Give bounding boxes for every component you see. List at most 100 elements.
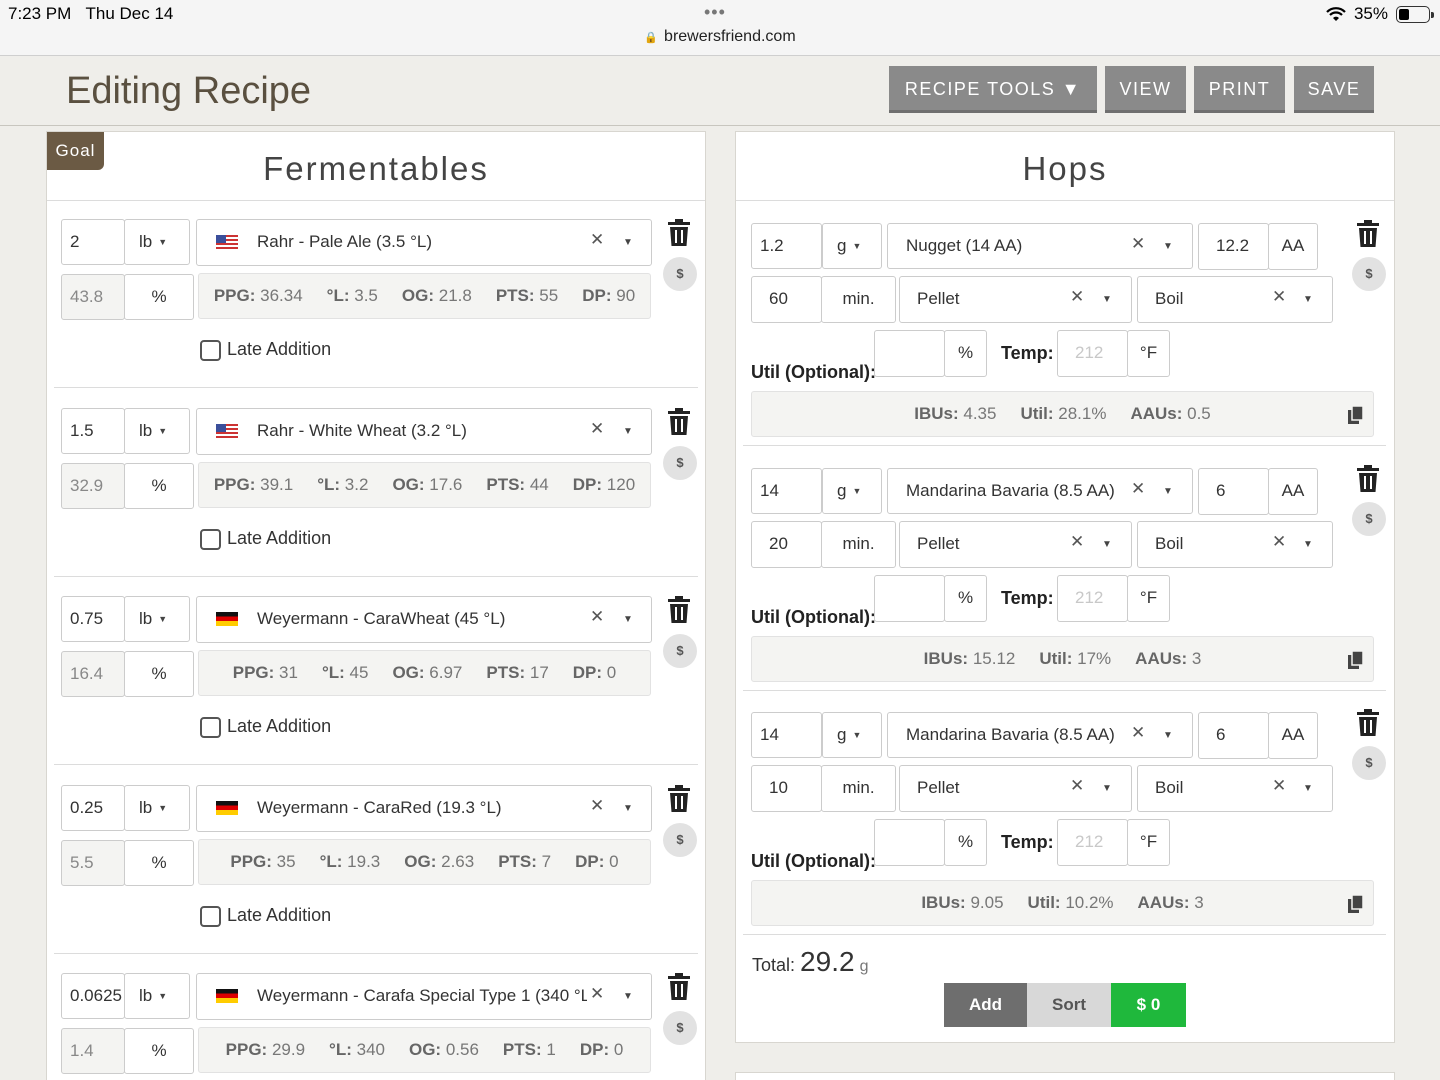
late-addition-checkbox[interactable] xyxy=(200,905,221,927)
clear-icon[interactable]: ✕ xyxy=(590,984,604,1004)
cost-dollar-icon[interactable]: $ xyxy=(663,1011,697,1045)
cost-dollar-icon[interactable]: $ xyxy=(1352,257,1386,291)
recipe-tools-button[interactable]: RECIPE TOOLS ▼ xyxy=(889,66,1097,113)
fermentable-percent-input[interactable]: 43.8 xyxy=(61,274,125,320)
hop-aa-input[interactable]: 6 xyxy=(1198,467,1269,515)
fermentable-amount-input[interactable]: 0.0625 xyxy=(61,973,125,1019)
hop-util-input[interactable] xyxy=(874,330,945,377)
trash-icon[interactable] xyxy=(1356,464,1380,493)
copy-icon[interactable] xyxy=(1348,650,1364,669)
clear-icon[interactable]: ✕ xyxy=(590,419,604,439)
hop-form-select[interactable]: Pellet ✕ ▼ xyxy=(899,520,1132,568)
trash-icon[interactable] xyxy=(667,973,691,1001)
hop-util-input[interactable] xyxy=(874,819,945,866)
trash-icon[interactable] xyxy=(667,219,691,247)
chevron-down-icon[interactable]: ▼ xyxy=(1163,730,1173,741)
fermentable-amount-input[interactable]: 0.25 xyxy=(61,784,125,831)
hop-use-select[interactable]: Boil ✕ ▼ xyxy=(1137,276,1333,323)
clear-icon[interactable]: ✕ xyxy=(1272,287,1286,307)
chevron-down-icon[interactable]: ▼ xyxy=(623,803,633,814)
sort-hops-button[interactable]: Sort xyxy=(1027,983,1111,1027)
fermentable-name-select[interactable]: Weyermann - CaraRed (19.3 °L) ✕ ▼ xyxy=(196,784,652,832)
clear-icon[interactable]: ✕ xyxy=(1070,287,1084,307)
hop-unit-select[interactable]: g ▼ xyxy=(822,467,882,514)
cost-dollar-icon[interactable]: $ xyxy=(663,822,697,857)
hop-temp-input[interactable]: 212 xyxy=(1057,574,1128,622)
hop-variety-select[interactable]: Mandarina Bavaria (8.5 AA) ✕ ▼ xyxy=(887,467,1193,514)
trash-icon[interactable] xyxy=(1356,220,1380,248)
trash-icon[interactable] xyxy=(667,407,691,436)
trash-icon[interactable] xyxy=(1356,709,1380,737)
fermentable-name-select[interactable]: Rahr - White Wheat (3.2 °L) ✕ ▼ xyxy=(196,407,652,455)
clear-icon[interactable]: ✕ xyxy=(590,796,604,816)
clear-icon[interactable]: ✕ xyxy=(590,230,604,250)
print-button[interactable]: PRINT xyxy=(1194,66,1285,113)
fermentable-unit-select[interactable]: lb ▼ xyxy=(124,407,190,454)
fermentable-unit-select[interactable]: lb ▼ xyxy=(124,784,190,831)
fermentable-amount-input[interactable]: 0.75 xyxy=(61,596,125,642)
fermentable-amount-input[interactable]: 2 xyxy=(61,219,125,265)
chevron-down-icon[interactable]: ▼ xyxy=(1163,486,1173,497)
trash-icon[interactable] xyxy=(667,596,691,624)
clear-icon[interactable]: ✕ xyxy=(1070,776,1084,796)
hop-aa-input[interactable]: 6 xyxy=(1198,712,1269,759)
chevron-down-icon[interactable]: ▼ xyxy=(623,614,633,625)
save-button[interactable]: SAVE xyxy=(1294,66,1374,113)
clear-icon[interactable]: ✕ xyxy=(1272,776,1286,796)
fermentable-percent-input[interactable]: 5.5 xyxy=(61,839,125,886)
hop-use-select[interactable]: Boil ✕ ▼ xyxy=(1137,520,1333,568)
clear-icon[interactable]: ✕ xyxy=(1131,723,1145,743)
fermentable-unit-select[interactable]: lb ▼ xyxy=(124,596,190,642)
hop-time-input[interactable]: 60 xyxy=(751,276,822,323)
hop-amount-input[interactable]: 1.2 xyxy=(751,223,822,269)
cost-dollar-icon[interactable]: $ xyxy=(663,634,697,668)
view-button[interactable]: VIEW xyxy=(1105,66,1186,113)
fermentable-unit-select[interactable]: lb ▼ xyxy=(124,973,190,1019)
clear-icon[interactable]: ✕ xyxy=(590,607,604,627)
hop-unit-select[interactable]: g ▼ xyxy=(822,712,882,758)
chevron-down-icon[interactable]: ▼ xyxy=(1303,783,1313,794)
chevron-down-icon[interactable]: ▼ xyxy=(1102,783,1112,794)
fermentable-percent-input[interactable]: 16.4 xyxy=(61,651,125,697)
copy-icon[interactable] xyxy=(1348,406,1364,424)
hop-time-input[interactable]: 20 xyxy=(751,520,822,568)
fermentable-unit-select[interactable]: lb ▼ xyxy=(124,219,190,265)
add-hop-button[interactable]: Add xyxy=(944,983,1027,1027)
fermentable-name-select[interactable]: Weyermann - Carafa Special Type 1 (340 °… xyxy=(196,973,652,1020)
chevron-down-icon[interactable]: ▼ xyxy=(623,426,633,437)
hop-time-input[interactable]: 10 xyxy=(751,765,822,812)
chevron-down-icon[interactable]: ▼ xyxy=(623,237,633,248)
hop-variety-select[interactable]: Mandarina Bavaria (8.5 AA) ✕ ▼ xyxy=(887,712,1193,758)
hop-variety-select[interactable]: Nugget (14 AA) ✕ ▼ xyxy=(887,223,1193,269)
hop-amount-input[interactable]: 14 xyxy=(751,712,822,758)
hop-temp-input[interactable]: 212 xyxy=(1057,819,1128,866)
hop-form-select[interactable]: Pellet ✕ ▼ xyxy=(899,765,1132,812)
clear-icon[interactable]: ✕ xyxy=(1272,532,1286,552)
copy-icon[interactable] xyxy=(1348,895,1364,913)
cost-dollar-icon[interactable]: $ xyxy=(663,257,697,291)
late-addition-checkbox[interactable] xyxy=(200,340,221,361)
late-addition-checkbox[interactable] xyxy=(200,528,221,550)
chevron-down-icon[interactable]: ▼ xyxy=(1303,294,1313,305)
hop-util-input[interactable] xyxy=(874,574,945,622)
cost-dollar-icon[interactable]: $ xyxy=(663,445,697,480)
fermentable-amount-input[interactable]: 1.5 xyxy=(61,407,125,454)
chevron-down-icon[interactable]: ▼ xyxy=(1102,294,1112,305)
trash-icon[interactable] xyxy=(667,784,691,813)
fermentable-percent-input[interactable]: 32.9 xyxy=(61,462,125,509)
fermentable-name-select[interactable]: Weyermann - CaraWheat (45 °L) ✕ ▼ xyxy=(196,596,652,643)
hop-temp-input[interactable]: 212 xyxy=(1057,330,1128,377)
hop-form-select[interactable]: Pellet ✕ ▼ xyxy=(899,276,1132,323)
chevron-down-icon[interactable]: ▼ xyxy=(1303,539,1313,550)
chevron-down-icon[interactable]: ▼ xyxy=(623,991,633,1002)
cost-dollar-icon[interactable]: $ xyxy=(1352,746,1386,780)
hops-cost-button[interactable]: $ 0 xyxy=(1111,983,1186,1027)
more-dots-icon[interactable]: ••• xyxy=(704,2,726,23)
hop-use-select[interactable]: Boil ✕ ▼ xyxy=(1137,765,1333,812)
cost-dollar-icon[interactable]: $ xyxy=(1352,501,1386,536)
address-bar[interactable]: 🔒 brewersfriend.com xyxy=(0,28,1440,46)
late-addition-checkbox[interactable] xyxy=(200,717,221,738)
clear-icon[interactable]: ✕ xyxy=(1070,532,1084,552)
fermentable-percent-input[interactable]: 1.4 xyxy=(61,1028,125,1074)
hop-amount-input[interactable]: 14 xyxy=(751,467,822,514)
